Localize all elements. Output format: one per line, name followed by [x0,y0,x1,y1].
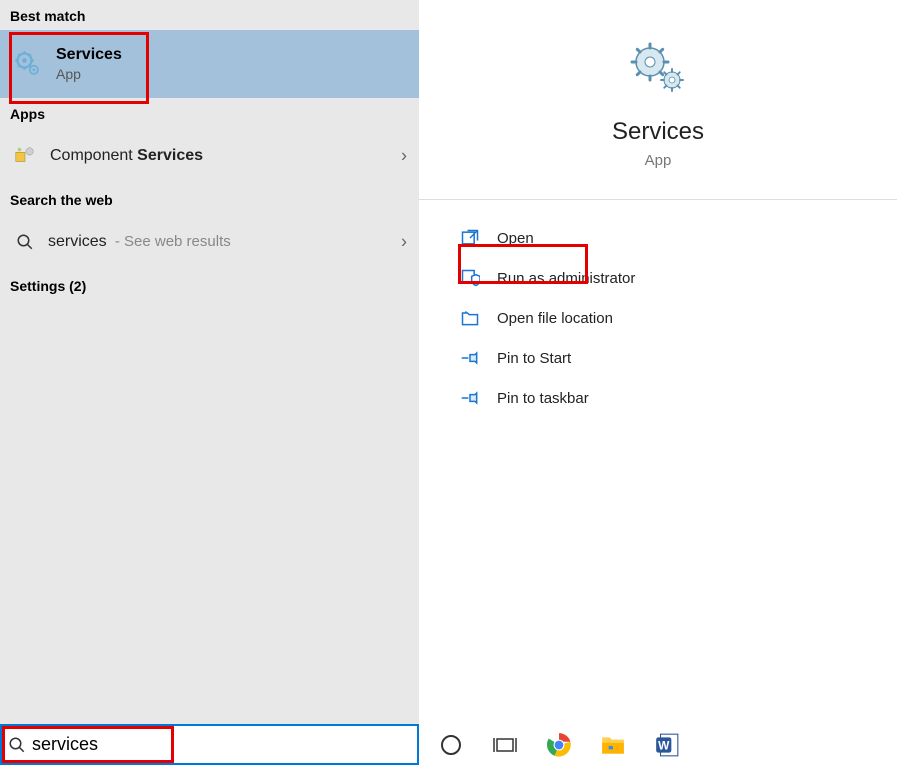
action-open-file-location[interactable]: Open file location [419,298,897,338]
services-gear-icon-large [628,40,688,100]
details-pane: Services App Open Run as administrator [419,0,897,724]
best-match-header: Best match [0,0,419,30]
task-view-icon[interactable] [491,731,519,759]
admin-shield-icon [459,267,481,289]
result-subtitle: App [56,66,122,82]
details-title: Services [612,118,704,146]
result-title: Services [56,46,122,64]
file-explorer-icon[interactable] [599,731,627,759]
pin-start-icon [459,347,481,369]
open-icon [459,227,481,249]
details-header: Services App [419,0,897,200]
search-icon [10,227,40,257]
web-result-label: services - See web results [48,233,231,251]
action-list: Open Run as administrator Open file loca… [419,200,897,436]
search-icon [2,736,32,754]
action-open[interactable]: Open [419,218,897,258]
action-run-as-administrator[interactable]: Run as administrator [419,258,897,298]
taskbar: W [0,724,897,765]
services-gear-icon [10,46,46,82]
folder-icon [459,307,481,329]
search-results-pane: Best match Services App Apps Component S… [0,0,419,724]
apps-header: Apps [0,98,419,128]
web-result-services[interactable]: services - See web results › [0,214,419,270]
chevron-right-icon: › [401,146,407,167]
chrome-icon[interactable] [545,731,573,759]
settings-header: Settings (2) [0,270,419,300]
cortana-icon[interactable] [437,731,465,759]
component-services-icon [10,141,40,171]
web-header: Search the web [0,184,419,214]
search-box[interactable] [0,724,419,765]
word-icon[interactable]: W [653,731,681,759]
details-subtitle: App [645,152,672,169]
action-pin-to-taskbar[interactable]: Pin to taskbar [419,378,897,418]
search-input[interactable] [32,726,417,763]
app-result-label: Component Services [50,147,203,165]
pin-taskbar-icon [459,387,481,409]
app-result-component-services[interactable]: Component Services › [0,128,419,184]
chevron-right-icon: › [401,232,407,253]
best-match-result-services[interactable]: Services App [0,30,419,98]
svg-text:W: W [658,738,670,752]
action-pin-to-start[interactable]: Pin to Start [419,338,897,378]
